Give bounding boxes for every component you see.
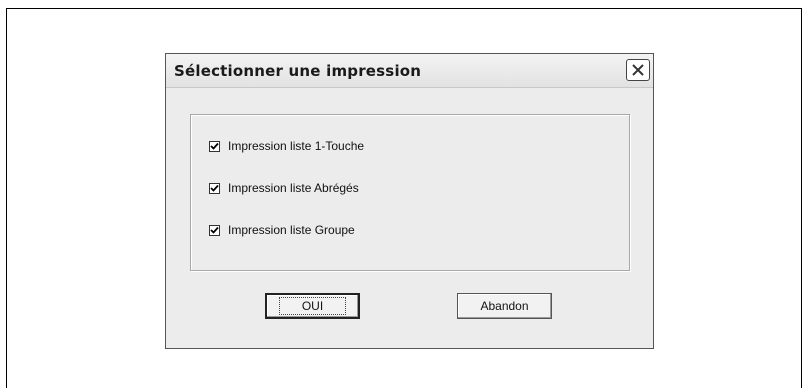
option-label: Impression liste 1-Touche xyxy=(228,139,365,153)
checkmark-icon xyxy=(210,226,219,234)
checkmark-icon xyxy=(210,142,219,150)
close-icon xyxy=(632,64,644,76)
cancel-button-label: Abandon xyxy=(480,299,529,313)
option-label: Impression liste Groupe xyxy=(228,223,355,237)
ok-button[interactable]: OUI xyxy=(265,293,360,319)
option-label: Impression liste Abrégés xyxy=(228,181,359,195)
option-abbreviated-list[interactable]: Impression liste Abrégés xyxy=(209,181,359,195)
checkbox-one-touch-list[interactable] xyxy=(209,140,220,152)
ok-button-label: OUI xyxy=(278,297,347,315)
option-one-touch-list[interactable]: Impression liste 1-Touche xyxy=(209,139,364,153)
checkmark-icon xyxy=(210,184,219,192)
checkbox-abbreviated-list[interactable] xyxy=(209,182,220,194)
dialog-title: Sélectionner une impression xyxy=(174,62,422,80)
dialog-titlebar: Sélectionner une impression xyxy=(166,54,653,88)
close-button[interactable] xyxy=(626,59,650,81)
option-group-list[interactable]: Impression liste Groupe xyxy=(209,223,355,237)
options-group: Impression liste 1-Touche Impression lis… xyxy=(190,114,630,271)
select-print-dialog: Sélectionner une impression Impression l… xyxy=(165,53,654,349)
cancel-button[interactable]: Abandon xyxy=(457,293,552,319)
checkbox-group-list[interactable] xyxy=(209,224,220,236)
